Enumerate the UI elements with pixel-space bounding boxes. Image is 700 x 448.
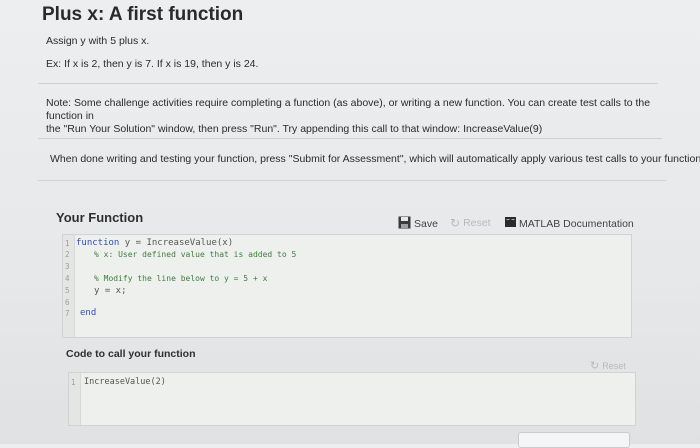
call-code-header: Code to call your function [66, 348, 196, 360]
line-number: 4 [65, 274, 70, 283]
line-number: 2 [65, 250, 70, 259]
reset-button[interactable]: ↻ Reset [450, 216, 491, 230]
reset-label: Reset [463, 217, 491, 229]
code-line-1: function y = IncreaseValue(x) [76, 238, 233, 248]
call-code-line-1: IncreaseValue(2) [84, 377, 166, 387]
reset-label: Reset [602, 360, 626, 371]
code-keyword: function [76, 238, 120, 248]
note-line-2: the "Run Your Solution" window, then pre… [46, 123, 543, 135]
note-text: Note: Some challenge activities require … [46, 97, 656, 136]
page-title: Plus x: A first function [42, 4, 244, 25]
save-label: Save [414, 218, 438, 230]
submit-note: When done writing and testing your funct… [50, 153, 700, 165]
book-icon [505, 217, 516, 230]
your-function-header: Your Function [56, 210, 144, 225]
line-number: 1 [65, 239, 70, 248]
code-line-7: end [80, 308, 97, 318]
line-number: 3 [65, 262, 70, 271]
divider [38, 180, 666, 181]
function-editor[interactable]: 1 2 3 4 5 6 7 function y = IncreaseValue… [62, 234, 632, 338]
line-number: 5 [65, 286, 70, 295]
code-line-4: % Modify the line below to y = 5 + x [94, 274, 268, 283]
call-code-editor[interactable]: 1 IncreaseValue(2) [68, 372, 636, 426]
save-button[interactable]: Save [398, 216, 438, 232]
divider [38, 83, 658, 84]
save-icon [398, 216, 411, 232]
code-text: y = IncreaseValue(x) [119, 238, 234, 248]
code-line-2: % x: User defined value that is added to… [94, 250, 297, 259]
reset-icon: ↻ [450, 216, 461, 230]
code-line-5: y = x; [94, 286, 127, 296]
line-number: 6 [65, 298, 70, 307]
docs-label: MATLAB Documentation [519, 217, 634, 230]
instruction-text: Assign y with 5 plus x. [46, 35, 150, 47]
call-reset-button[interactable]: ↻ Reset [590, 359, 626, 372]
line-number: 7 [65, 309, 70, 318]
run-button[interactable] [518, 432, 630, 448]
line-number: 1 [71, 378, 76, 387]
example-text: Ex: If x is 2, then y is 7. If x is 19, … [46, 58, 259, 70]
divider [38, 138, 662, 139]
reset-icon: ↻ [590, 360, 600, 372]
matlab-documentation-link[interactable]: MATLAB Documentation [505, 217, 634, 230]
note-line-1: Note: Some challenge activities require … [46, 97, 651, 122]
